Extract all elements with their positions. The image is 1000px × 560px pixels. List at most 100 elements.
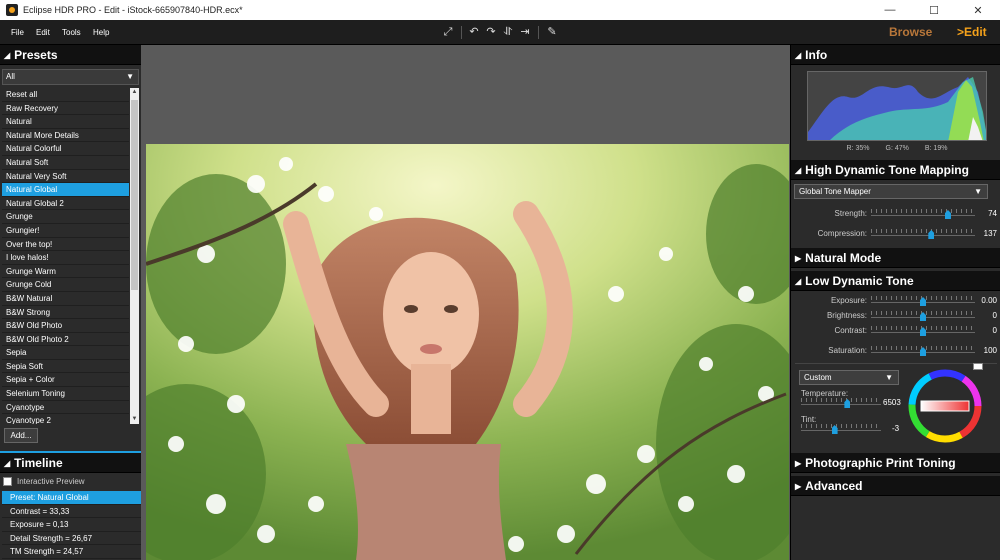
menu-tools[interactable]: Tools bbox=[62, 20, 81, 45]
advanced-header[interactable]: ▶ Advanced bbox=[791, 476, 1000, 496]
maximize-button[interactable]: ☐ bbox=[912, 0, 956, 20]
edit-mode-button[interactable]: >Edit bbox=[957, 20, 987, 45]
dropdown-arrow-icon: ▼ bbox=[126, 72, 134, 81]
preset-item[interactable]: Sepia + Color bbox=[2, 373, 129, 388]
preset-item[interactable]: Over the top! bbox=[2, 238, 129, 252]
preset-item[interactable]: Natural Colorful bbox=[2, 142, 129, 156]
toolbar-divider bbox=[461, 26, 462, 39]
fit-screen-icon[interactable]: ⤢ bbox=[441, 25, 455, 39]
preset-item[interactable]: Natural bbox=[2, 115, 129, 129]
slider-label: Brightness: bbox=[826, 311, 867, 320]
slider-strength[interactable]: Strength: 74 bbox=[791, 209, 1000, 221]
preset-item[interactable]: Selenium Toning bbox=[2, 387, 129, 401]
preset-item[interactable]: Natural Global bbox=[2, 183, 129, 197]
slider-brightness[interactable]: Brightness: 0 bbox=[791, 311, 1000, 323]
slider-value: 0.00 bbox=[981, 296, 997, 305]
slider-label: Strength: bbox=[834, 209, 867, 218]
timeline-item[interactable]: TM Strength = 24,57 bbox=[2, 545, 141, 559]
scroll-down-icon[interactable]: ▼ bbox=[130, 415, 139, 424]
window-title: Eclipse HDR PRO - Edit - iStock-66590784… bbox=[23, 5, 243, 15]
timeline-item[interactable]: Detail Strength = 26,67 bbox=[2, 532, 141, 545]
preset-item[interactable]: I love halos! bbox=[2, 251, 129, 265]
collapse-icon: ◢ bbox=[4, 459, 11, 468]
photographic-print-toning-header[interactable]: ▶ Photographic Print Toning bbox=[791, 453, 1000, 473]
tint-label: Tint: bbox=[801, 415, 817, 424]
scroll-up-icon[interactable]: ▲ bbox=[130, 88, 139, 97]
slider-saturation[interactable]: Saturation: 100 bbox=[791, 346, 1000, 358]
preset-item[interactable]: Grunge Warm bbox=[2, 265, 129, 279]
app-logo-icon bbox=[6, 4, 18, 16]
preset-scrollbar[interactable]: ▲ ▼ bbox=[130, 88, 139, 424]
photo-preview bbox=[146, 144, 789, 560]
preset-item[interactable]: Cyanotype 2 bbox=[2, 414, 129, 424]
timeline-list: Preset: Natural Global Contrast = 33,33 Ex… bbox=[2, 491, 141, 559]
presets-header[interactable]: ◢ Presets bbox=[0, 45, 141, 65]
slider-value: 100 bbox=[983, 346, 997, 355]
scroll-thumb[interactable] bbox=[131, 100, 138, 290]
menu-help[interactable]: Help bbox=[93, 20, 109, 45]
slider-exposure[interactable]: Exposure: 0.00 bbox=[791, 296, 1000, 308]
hdr-header[interactable]: ◢ High Dynamic Tone Mapping bbox=[791, 160, 1000, 180]
temperature-label: Temperature: bbox=[801, 389, 849, 398]
preset-item[interactable]: Grunge bbox=[2, 210, 129, 224]
slider-value: 0 bbox=[992, 326, 997, 335]
tint-value: -3 bbox=[892, 424, 900, 433]
collapse-icon: ◢ bbox=[795, 277, 802, 286]
preset-item[interactable]: Cyanotype bbox=[2, 401, 129, 415]
image-canvas[interactable] bbox=[141, 45, 790, 560]
histogram bbox=[807, 71, 987, 141]
flip-horizontal-icon[interactable]: ⇥ bbox=[518, 25, 532, 39]
toolbar-divider bbox=[538, 26, 539, 39]
left-panel: ◢ Presets All ▼ Reset all Raw Recovery Natu… bbox=[0, 45, 141, 560]
browse-mode-button[interactable]: Browse bbox=[889, 20, 932, 45]
eyedropper-swatch[interactable] bbox=[973, 363, 983, 370]
expand-icon: ▶ bbox=[795, 254, 802, 263]
preset-filter-select[interactable]: All ▼ bbox=[2, 69, 139, 85]
interactive-preview-checkbox[interactable] bbox=[3, 476, 12, 486]
preset-item[interactable]: Sepia Soft bbox=[2, 360, 129, 374]
menu-edit[interactable]: Edit bbox=[36, 20, 50, 45]
expand-icon: ▶ bbox=[795, 459, 802, 468]
white-balance-select[interactable]: Custom ▼ bbox=[799, 370, 899, 385]
preset-item[interactable]: B&W Old Photo 2 bbox=[2, 333, 129, 347]
preset-item[interactable]: Natural Very Soft bbox=[2, 170, 129, 184]
slider-value: 74 bbox=[988, 209, 997, 218]
collapse-icon: ◢ bbox=[795, 166, 802, 175]
preset-item[interactable]: Raw Recovery bbox=[2, 102, 129, 116]
flip-vertical-icon[interactable]: ⥯ bbox=[501, 25, 515, 39]
preset-item[interactable]: B&W Natural bbox=[2, 292, 129, 306]
slider-label: Exposure: bbox=[830, 296, 867, 305]
low-dynamic-tone-header[interactable]: ◢ Low Dynamic Tone bbox=[791, 271, 1000, 291]
tone-mapper-select[interactable]: Global Tone Mapper ▼ bbox=[794, 184, 988, 199]
slider-compression[interactable]: Compression: 137 bbox=[791, 229, 1000, 241]
preset-item[interactable]: Grunge Cold bbox=[2, 278, 129, 292]
timeline-item[interactable]: Preset: Natural Global bbox=[2, 491, 141, 505]
minimize-button[interactable]: — bbox=[868, 0, 912, 20]
preset-list: Reset all Raw Recovery Natural Natural More… bbox=[2, 88, 129, 424]
preset-item[interactable]: Natural Soft bbox=[2, 156, 129, 170]
timeline-header[interactable]: ◢ Timeline bbox=[0, 453, 141, 473]
info-header[interactable]: ◢ Info bbox=[791, 45, 1000, 65]
slider-label: Compression: bbox=[817, 229, 867, 238]
dropdown-arrow-icon: ▼ bbox=[974, 187, 982, 196]
preset-item[interactable]: B&W Strong bbox=[2, 306, 129, 320]
rotate-left-icon[interactable]: ↶ bbox=[467, 25, 481, 39]
preset-item[interactable]: Sepia bbox=[2, 346, 129, 360]
rotate-right-icon[interactable]: ↷ bbox=[484, 25, 498, 39]
natural-mode-header[interactable]: ▶ Natural Mode bbox=[791, 248, 1000, 268]
slider-contrast[interactable]: Contrast: 0 bbox=[791, 326, 1000, 338]
color-wheel[interactable] bbox=[907, 368, 983, 444]
timeline-item[interactable]: Exposure = 0,13 bbox=[2, 518, 141, 532]
preset-item[interactable]: Natural Global 2 bbox=[2, 197, 129, 211]
add-preset-button[interactable]: Add... bbox=[4, 428, 38, 443]
preset-item[interactable]: Natural More Details bbox=[2, 129, 129, 143]
preset-item[interactable]: Reset all bbox=[2, 88, 129, 102]
close-button[interactable]: ✕ bbox=[956, 0, 1000, 20]
preset-item[interactable]: B&W Old Photo bbox=[2, 319, 129, 333]
menu-file[interactable]: File bbox=[11, 20, 24, 45]
preset-item[interactable]: Grungier! bbox=[2, 224, 129, 238]
timeline-item[interactable]: Contrast = 33,33 bbox=[2, 505, 141, 518]
interactive-preview-row[interactable]: Interactive Preview bbox=[3, 475, 85, 487]
brush-icon[interactable]: ✎ bbox=[545, 25, 559, 39]
expand-icon: ▶ bbox=[795, 482, 802, 491]
